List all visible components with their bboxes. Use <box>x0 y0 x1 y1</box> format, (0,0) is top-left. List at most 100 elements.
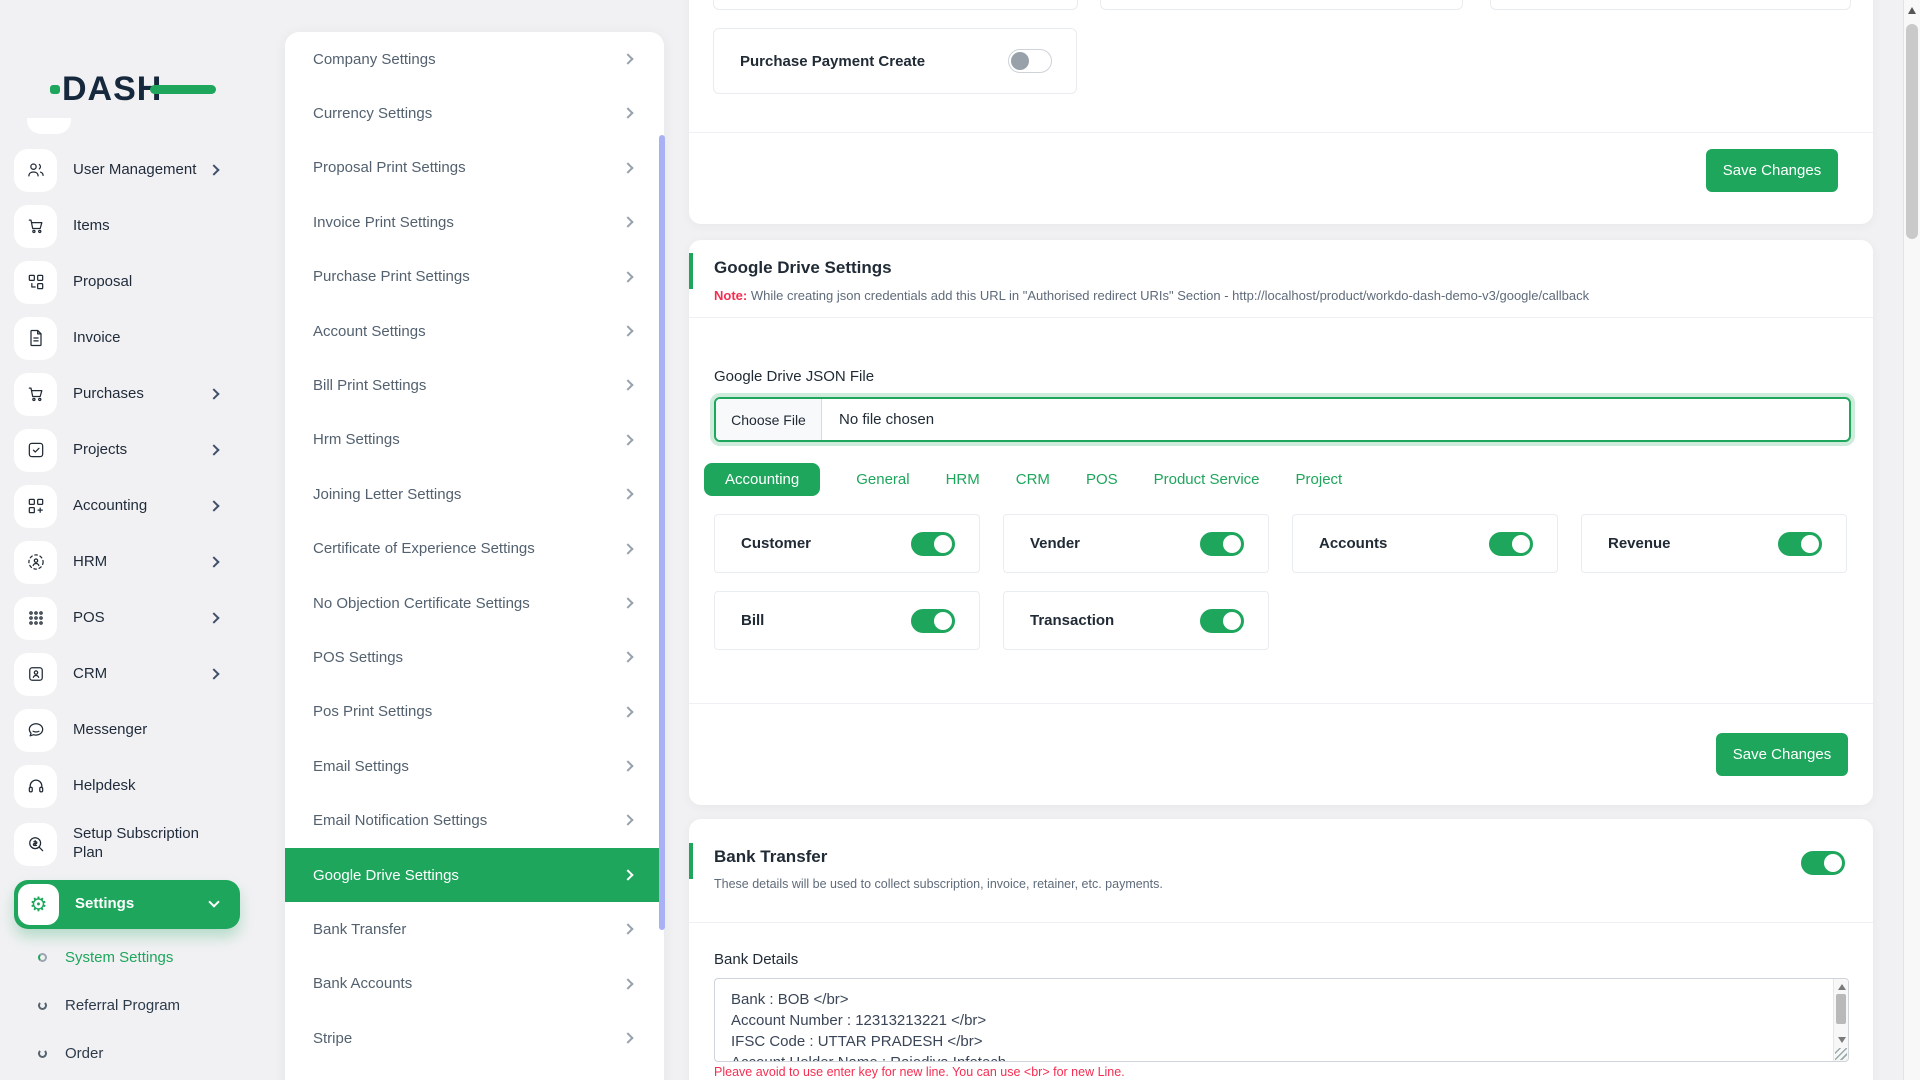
bank-transfer-card: Bank Transfer These details will be used… <box>689 819 1873 1080</box>
choose-file-button[interactable]: Choose File <box>716 399 822 440</box>
sidebar-item-label: CRM <box>73 664 108 682</box>
settings-menu-item-email-notification[interactable]: Email Notification Settings <box>285 793 664 847</box>
settings-menu-item-bank-transfer[interactable]: Bank Transfer <box>285 902 664 956</box>
sidebar-item-setup-subscription-plan[interactable]: Setup Subscription Plan <box>14 816 240 872</box>
section-subtitle: These details will be used to collect su… <box>714 877 1163 891</box>
sidebar-item-crm[interactable]: CRM <box>14 652 240 696</box>
tab-hrm[interactable]: HRM <box>946 471 980 488</box>
sidebar-item-helpdesk[interactable]: Helpdesk <box>14 764 240 808</box>
settings-menu-item-certificate-experience[interactable]: Certificate of Experience Settings <box>285 522 664 576</box>
chevron-right-icon <box>622 760 634 772</box>
menu-item-label: Joining Letter Settings <box>313 485 462 503</box>
settings-menu-item-google-drive[interactable]: Google Drive Settings <box>285 847 664 903</box>
module-label: Transaction <box>1030 612 1115 629</box>
section-accent-bar <box>689 253 693 289</box>
module-accounts: Accounts <box>1292 514 1558 573</box>
chevron-right-icon <box>622 977 634 990</box>
sidebar-item-user-management[interactable]: User Management <box>14 148 240 192</box>
menu-item-label: Proposal Print Settings <box>313 159 466 177</box>
sidebar-item-invoice[interactable]: Invoice <box>14 316 240 360</box>
settings-menu-item-pos-print[interactable]: Pos Print Settings <box>285 685 664 739</box>
scroll-up-icon[interactable] <box>1908 7 1916 14</box>
sidebar-item-settings[interactable]: ⚙ Settings <box>14 880 240 929</box>
sidebar-item-hrm[interactable]: HRM <box>14 540 240 584</box>
settings-menu-item-bill-print[interactable]: Bill Print Settings <box>285 358 664 412</box>
settings-menu-item-bank-accounts[interactable]: Bank Accounts <box>285 957 664 1011</box>
save-changes-button[interactable]: Save Changes <box>1716 733 1848 776</box>
textarea-scrollbar[interactable] <box>1833 979 1848 1061</box>
resize-grip-icon[interactable] <box>1835 1048 1847 1060</box>
sidebar-item-label: Projects <box>73 440 128 458</box>
logo-dot-accent <box>50 85 60 94</box>
sidebar-subitem-order[interactable]: Order <box>38 1041 238 1065</box>
module-label: Vender <box>1030 535 1081 552</box>
module-toggle-grid: Customer Vender Accounts Revenue Bill Tr… <box>714 514 1847 650</box>
person-dashed-circle-icon <box>14 540 57 584</box>
menu-item-label: Account Settings <box>313 322 426 340</box>
chevron-right-icon <box>622 651 634 663</box>
scrollbar-thumb[interactable] <box>1836 994 1846 1024</box>
scroll-down-icon[interactable] <box>1837 1037 1846 1043</box>
vender-toggle[interactable] <box>1200 531 1244 556</box>
sidebar-item-label: POS <box>73 608 105 626</box>
tab-product-service[interactable]: Product Service <box>1154 471 1260 488</box>
menu-item-label: Invoice Print Settings <box>313 213 454 231</box>
google-drive-settings-card: Google Drive Settings Note: While creati… <box>689 240 1873 805</box>
settings-menu-item-invoice-print[interactable]: Invoice Print Settings <box>285 195 664 249</box>
settings-menu-item-no-objection[interactable]: No Objection Certificate Settings <box>285 576 664 630</box>
menu-item-label: Stripe <box>313 1029 353 1047</box>
cart-icon <box>14 372 57 416</box>
chevron-right-icon <box>208 500 220 512</box>
sidebar-item-pos[interactable]: POS <box>14 596 240 640</box>
transaction-toggle[interactable] <box>1200 608 1244 633</box>
settings-menu-item-account[interactable]: Account Settings <box>285 304 664 358</box>
settings-menu-scrollbar[interactable] <box>659 135 665 930</box>
settings-menu-item-pos[interactable]: POS Settings <box>285 630 664 684</box>
sidebar-item-label: HRM <box>73 552 108 570</box>
settings-menu-item-purchase-print[interactable]: Purchase Print Settings <box>285 250 664 304</box>
bank-details-textarea[interactable]: Bank : BOB </br> Account Number : 123132… <box>714 978 1849 1062</box>
tab-pos[interactable]: POS <box>1086 471 1118 488</box>
scroll-up-icon[interactable] <box>1837 984 1846 990</box>
tab-accounting[interactable]: Accounting <box>704 462 821 496</box>
scrollbar-thumb[interactable] <box>1906 24 1918 239</box>
settings-menu-item-stripe[interactable]: Stripe <box>285 1011 664 1065</box>
tab-general[interactable]: General <box>856 471 909 488</box>
settings-menu-item-email[interactable]: Email Settings <box>285 739 664 793</box>
revenue-toggle[interactable] <box>1778 531 1822 556</box>
sidebar-subitem-system-settings[interactable]: System Settings <box>38 945 238 969</box>
menu-item-label: Pos Print Settings <box>313 703 433 721</box>
customer-toggle[interactable] <box>911 531 955 556</box>
tab-project[interactable]: Project <box>1296 471 1343 488</box>
sidebar-subitem-label: System Settings <box>65 948 174 966</box>
save-changes-button[interactable]: Save Changes <box>1706 149 1838 192</box>
google-drive-json-file-input[interactable]: Choose File No file chosen <box>714 397 1851 442</box>
sidebar-subitem-referral-program[interactable]: Referral Program <box>38 993 238 1017</box>
chevron-right-icon <box>622 923 634 935</box>
cart-icon <box>14 204 57 248</box>
chevron-right-icon <box>622 325 634 337</box>
purchase-payment-create-setting: Purchase Payment Create <box>713 28 1077 94</box>
sidebar-item-messenger[interactable]: Messenger <box>14 708 240 752</box>
settings-menu-item-joining-letter[interactable]: Joining Letter Settings <box>285 467 664 521</box>
settings-menu-item-currency[interactable]: Currency Settings <box>285 86 664 140</box>
page-scrollbar[interactable] <box>1903 0 1920 1080</box>
sidebar-item-items[interactable]: Items <box>14 204 240 248</box>
chevron-right-icon <box>622 542 634 555</box>
purchase-payment-create-toggle[interactable] <box>1008 49 1052 73</box>
settings-menu-item-company[interactable]: Company Settings <box>285 32 664 86</box>
bank-transfer-toggle[interactable] <box>1801 851 1845 875</box>
sidebar-item-accounting[interactable]: Accounting <box>14 484 240 528</box>
tab-crm[interactable]: CRM <box>1016 471 1050 488</box>
toggle-knob <box>934 611 952 630</box>
sidebar-item-purchases[interactable]: Purchases <box>14 372 240 416</box>
sidebar-item-projects[interactable]: Projects <box>14 428 240 472</box>
bill-toggle[interactable] <box>911 608 955 633</box>
menu-item-label: POS Settings <box>313 648 404 666</box>
chevron-right-icon <box>622 814 634 827</box>
toggle-knob <box>934 534 952 553</box>
accounts-toggle[interactable] <box>1489 531 1533 556</box>
sidebar-item-proposal[interactable]: Proposal <box>14 260 240 304</box>
settings-menu-item-proposal-print[interactable]: Proposal Print Settings <box>285 141 664 195</box>
settings-menu-item-hrm[interactable]: Hrm Settings <box>285 413 664 467</box>
